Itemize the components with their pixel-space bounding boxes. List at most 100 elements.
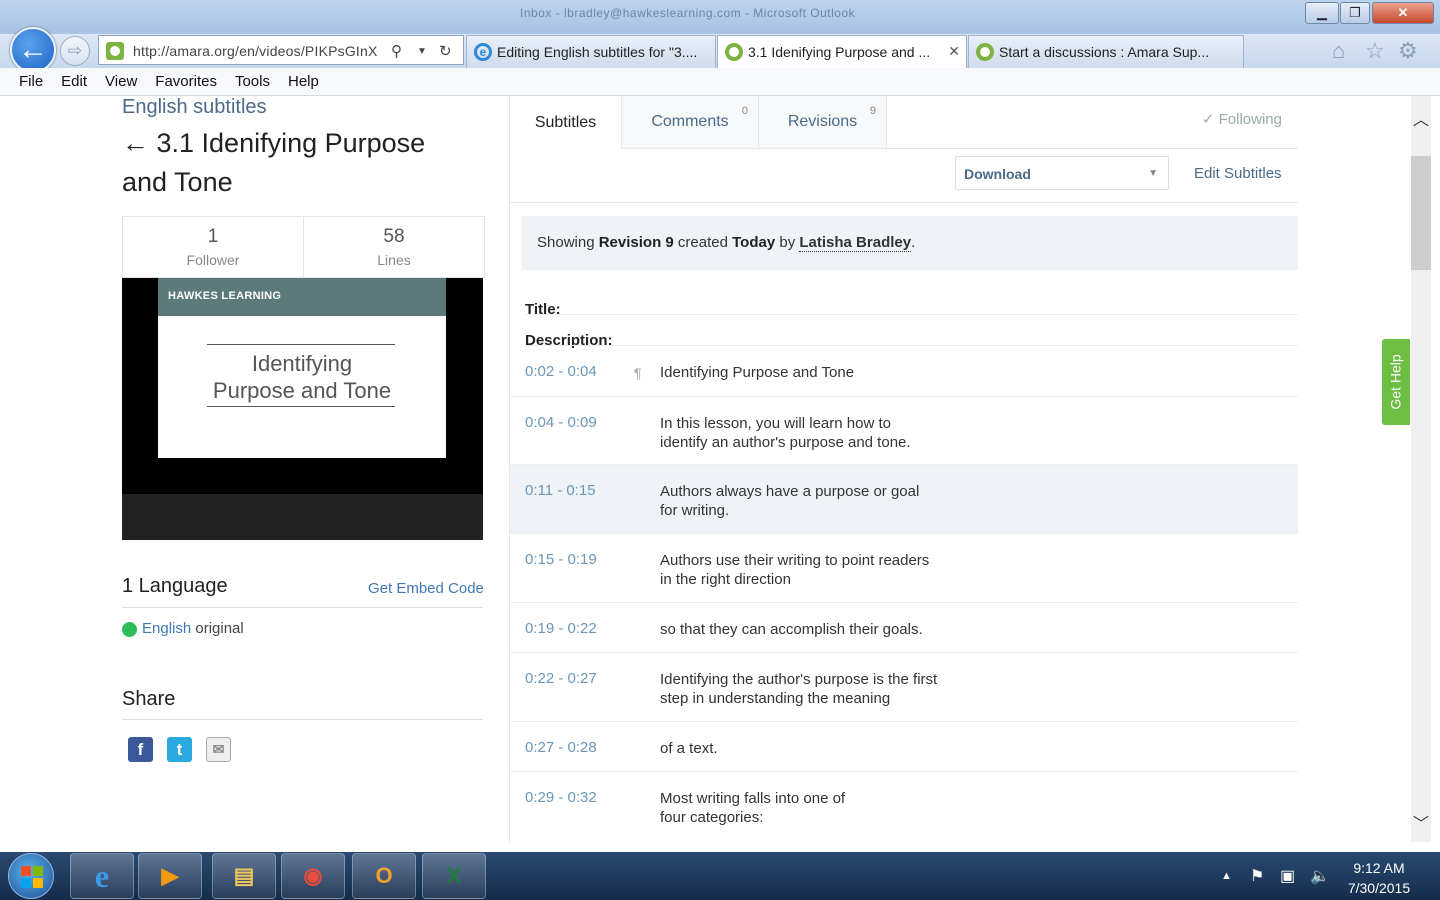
download-select[interactable]: Download ▼ [955,156,1169,190]
site-favicon-icon [106,42,124,60]
subtitle-text: Most writing falls into one of four cate… [660,790,846,826]
subtitle-row[interactable]: 0:04 - 0:09 In this lesson, you will lea… [510,397,1298,465]
tab-subtitles-label: Subtitles [534,113,597,131]
edit-subtitles-link[interactable]: Edit Subtitles [1194,165,1282,182]
outlook-taskbar-icon[interactable]: O [352,853,416,899]
divider [510,202,1298,203]
subtitles-panel: Subtitles Comments 0 Revisions 9 ✓ Follo… [509,96,1298,842]
maximize-button[interactable]: ❐ [1340,2,1370,24]
video-stats: 1 Follower 58 Lines [122,216,485,278]
close-window-button[interactable]: ✕ [1372,2,1434,24]
comments-count: 0 [741,105,748,117]
get-embed-code-link[interactable]: Get Embed Code [368,580,484,597]
address-url[interactable]: http://amara.org/en/videos/PIKPsGInX [133,43,378,59]
chrome-taskbar-icon[interactable]: ◉ [281,853,345,899]
back-button[interactable]: ← [10,27,56,73]
video-brand: HAWKES LEARNING [158,278,446,316]
subtitle-row[interactable]: 0:15 - 0:19 Authors use their writing to… [510,534,1298,603]
tab-revisions[interactable]: Revisions 9 [759,96,887,149]
following-button[interactable]: ✓ Following [1202,110,1282,128]
browser-tab-discussions[interactable]: Start a discussions : Amara Sup... [968,35,1244,68]
get-help-button[interactable]: Get Help [1382,339,1410,425]
subtitle-row[interactable]: 0:29 - 0:32 Most writing falls into one … [510,772,1298,842]
tab-label: 3.1 Idenifying Purpose and ... [748,44,931,60]
subtitle-text: so that they can accomplish their goals. [660,621,923,638]
subtitle-row[interactable]: 0:27 - 0:28 of a text. [510,722,1298,772]
lines-label: Lines [377,252,411,268]
slide-rule-top [207,344,395,345]
revision-end: . [911,234,916,251]
menu-tools[interactable]: Tools [226,73,279,90]
scroll-down-icon[interactable]: ﹀ [1411,810,1431,834]
twitter-icon[interactable]: t [167,737,192,762]
volume-icon[interactable]: 🔈 [1310,866,1330,886]
facebook-icon[interactable]: f [128,737,153,762]
subtitle-time: 0:04 - 0:09 [525,414,597,431]
file-explorer-taskbar-icon[interactable]: ▤ [212,853,276,899]
tab-comments[interactable]: Comments 0 [622,96,759,149]
gear-icon[interactable]: ⚙ [1398,38,1418,64]
followers-stat[interactable]: 1 Follower [123,217,304,277]
favorites-star-icon[interactable]: ☆ [1365,38,1385,64]
subtitle-row[interactable]: 0:22 - 0:27 Identifying the author's pur… [510,653,1298,722]
amara-icon [976,43,994,61]
browser-tab-editing[interactable]: e Editing English subtitles for "3.... [466,35,716,68]
video-title: ← 3.1 Idenifying Purpose and Tone [122,128,426,197]
video-controls[interactable] [122,494,483,540]
menu-file[interactable]: File [10,73,52,90]
start-button[interactable] [8,853,54,899]
home-icon[interactable]: ⌂ [1332,38,1345,64]
subtitle-time: 0:27 - 0:28 [525,739,597,756]
scroll-up-icon[interactable]: ︿ [1411,106,1431,130]
subtitle-text: Authors use their writing to point reade… [660,552,930,588]
media-player-taskbar-icon[interactable]: ▶ [138,853,202,899]
divider [122,607,483,608]
subtitle-row[interactable]: 0:11 - 0:15 Authors always have a purpos… [510,465,1298,534]
email-icon[interactable]: ✉ [206,737,231,762]
menu-help[interactable]: Help [279,73,328,90]
tab-label: Start a discussions : Amara Sup... [999,44,1210,60]
video-frame: HAWKES LEARNING Identifying Purpose and … [158,278,446,458]
subtitle-row[interactable]: 0:19 - 0:22 so that they can accomplish … [510,603,1298,653]
menu-favorites[interactable]: Favorites [146,73,226,90]
excel-taskbar-icon[interactable]: X [422,853,486,899]
subtitle-time: 0:19 - 0:22 [525,620,597,637]
page-content: English subtitles ← 3.1 Idenifying Purpo… [9,96,1411,842]
close-tab-icon[interactable]: ✕ [948,43,960,60]
language-item[interactable]: English original [142,620,244,637]
language-link[interactable]: English [142,620,191,637]
paragraph-icon: ¶ [634,365,642,381]
taskbar-clock[interactable]: 9:12 AM 7/30/2015 [1334,858,1424,898]
subtitle-text: Authors always have a purpose or goal fo… [660,483,920,519]
subtitle-row[interactable]: 0:02 - 0:04 ¶ Identifying Purpose and To… [510,346,1298,397]
network-icon[interactable]: ▣ [1280,866,1295,886]
menu-edit[interactable]: Edit [52,73,96,90]
video-player[interactable]: HAWKES LEARNING Identifying Purpose and … [122,278,483,540]
browser-tab-video[interactable]: 3.1 Idenifying Purpose and ... ✕ [717,35,967,68]
subtitle-time: 0:29 - 0:32 [525,789,597,806]
revision-author-link[interactable]: Latisha Bradley [799,234,912,252]
languages-heading: 1 Language [122,575,228,597]
revision-by: by [775,234,800,251]
refresh-icon[interactable]: ↻ [439,42,452,60]
menu-view[interactable]: View [96,73,146,90]
internet-explorer-taskbar-icon[interactable]: e [70,853,134,899]
minimize-button[interactable]: ▁ [1305,2,1339,24]
tab-subtitles[interactable]: Subtitles [510,96,622,149]
search-icon[interactable]: ⚲ [391,42,402,60]
scrollbar-thumb[interactable] [1411,156,1431,270]
language-title-link[interactable]: English subtitles [122,96,267,119]
clock-date: 7/30/2015 [1347,880,1411,896]
forward-button[interactable]: ⇨ [60,36,90,66]
address-bar[interactable]: http://amara.org/en/videos/PIKPsGInX ⚲ ▼… [98,35,464,65]
subtitle-text: Identifying the author's purpose is the … [660,671,938,707]
amara-icon [725,43,743,61]
language-note: original [191,620,244,637]
show-hidden-icons-icon[interactable]: ▲ [1221,870,1232,882]
action-center-flag-icon[interactable]: ⚑ [1250,866,1264,886]
tab-label: Editing English subtitles for "3.... [497,44,698,60]
lines-count: 58 [383,226,405,247]
share-heading: Share [122,688,176,710]
dropdown-arrow-icon[interactable]: ▼ [417,46,427,57]
tab-underline [887,148,1298,149]
